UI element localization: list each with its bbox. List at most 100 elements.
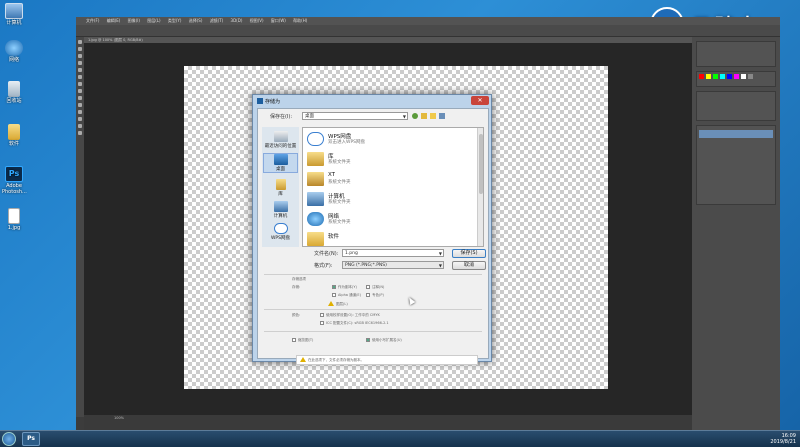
divider	[264, 331, 482, 332]
format-select[interactable]: PNG (*.PNG;*.PNS) ▼	[342, 261, 444, 269]
menu-help[interactable]: 帮助(H)	[293, 18, 307, 23]
checkbox[interactable]	[366, 285, 370, 289]
close-button[interactable]: ✕	[471, 96, 489, 105]
alpha-checkbox[interactable]: Alpha 通道(E)	[332, 293, 361, 298]
proof-checkbox[interactable]: 使用校样设置(O): 工作中的 CMYK	[320, 313, 380, 318]
menu-type[interactable]: 类型(Y)	[168, 18, 182, 23]
swatch[interactable]	[727, 74, 732, 79]
gradient-tool-icon[interactable]	[78, 103, 82, 107]
file-desc: 双击进入WPS网盘	[328, 140, 366, 145]
brush-tool-icon[interactable]	[78, 82, 82, 86]
menu-image[interactable]: 图像(I)	[128, 18, 140, 23]
taskbar-photoshop-button[interactable]: Ps	[22, 432, 40, 446]
file-list-scrollbar[interactable]	[477, 128, 483, 246]
system-tray[interactable]: 16:09 2019/8/21	[770, 433, 796, 445]
magic-wand-tool-icon[interactable]	[78, 61, 82, 65]
checkbox[interactable]	[332, 293, 336, 297]
place-library[interactable]: 库	[263, 179, 298, 197]
swatch[interactable]	[713, 74, 718, 79]
list-item[interactable]: XT 系统文件夹	[305, 170, 475, 189]
up-folder-icon[interactable]	[421, 113, 427, 119]
desktop-icon-photoshop[interactable]: Ps Adobe Photosh...	[2, 166, 27, 195]
list-item[interactable]: 库 系统文件夹	[305, 150, 475, 169]
menu-3d[interactable]: 3D(D)	[231, 18, 243, 23]
zoom-tool-icon[interactable]	[78, 131, 82, 135]
spot-checkbox[interactable]: 专色(P)	[366, 293, 384, 298]
layer-row[interactable]	[699, 130, 773, 138]
scrollbar-thumb[interactable]	[479, 134, 483, 194]
place-label: 库	[278, 192, 283, 197]
copy-checkbox[interactable]: 作为副本(Y)	[332, 285, 357, 290]
hand-tool-icon[interactable]	[78, 124, 82, 128]
marquee-tool-icon[interactable]	[78, 47, 82, 51]
nav-back-icon[interactable]	[412, 113, 418, 119]
options-title: 存储选项	[292, 277, 306, 281]
list-item[interactable]: 网络 系统文件夹	[305, 210, 475, 229]
desktop-icon-network[interactable]: 网络	[2, 40, 26, 63]
folder-icon	[307, 232, 324, 246]
desktop-icon-label: Adobe Photosh...	[2, 183, 27, 195]
checkbox[interactable]	[292, 338, 296, 342]
menu-select[interactable]: 选择(S)	[189, 18, 203, 23]
format-label: 格式(F):	[314, 263, 333, 269]
image-file-icon	[8, 208, 20, 224]
save-as-dialog: 存储为 ✕ 保存在(I): 桌面 ▼ 最近访问的位置 桌面 库 计算机 WPS网…	[252, 94, 492, 365]
swatch[interactable]	[720, 74, 725, 79]
status-bar: 100%	[84, 415, 692, 430]
desktop-icon-recycle-bin[interactable]: 回收站	[2, 81, 26, 104]
swatch[interactable]	[748, 74, 753, 79]
crop-tool-icon[interactable]	[78, 68, 82, 72]
text-tool-icon[interactable]	[78, 110, 82, 114]
thumbnail-checkbox[interactable]: 缩览图(T)	[292, 338, 313, 343]
checkbox[interactable]	[320, 321, 324, 325]
notes-checkbox[interactable]: 注释(N)	[366, 285, 384, 290]
file-name: 软件	[328, 234, 340, 240]
checkbox[interactable]	[320, 313, 324, 317]
place-computer[interactable]: 计算机	[263, 201, 298, 219]
icc-checkbox[interactable]: ICC 配置文件(C): sRGB IEC61966-2.1	[320, 321, 389, 326]
filename-field[interactable]: 1.png ▼	[342, 249, 444, 257]
cancel-button[interactable]: 取消	[452, 261, 486, 270]
layers-label: 图层(L)	[336, 302, 348, 306]
list-item[interactable]: 计算机 系统文件夹	[305, 190, 475, 209]
stamp-tool-icon[interactable]	[78, 89, 82, 93]
lowercase-ext-checkbox[interactable]: 使用小写扩展名(U)	[366, 338, 402, 343]
checkbox[interactable]	[366, 293, 370, 297]
swatch[interactable]	[699, 74, 704, 79]
menu-layer[interactable]: 图层(L)	[147, 18, 160, 23]
eraser-tool-icon[interactable]	[78, 96, 82, 100]
copy-label: 作为副本(Y)	[338, 285, 357, 289]
place-label: 最近访问的位置	[264, 144, 297, 149]
place-wps-cloud[interactable]: WPS网盘	[263, 223, 298, 241]
swatch[interactable]	[741, 74, 746, 79]
swatch[interactable]	[706, 74, 711, 79]
menu-view[interactable]: 视图(V)	[250, 18, 264, 23]
move-tool-icon[interactable]	[78, 40, 82, 44]
list-item[interactable]: WPS网盘 双击进入WPS网盘	[305, 130, 475, 149]
save-button[interactable]: 保存(S)	[452, 249, 486, 258]
checkbox[interactable]	[332, 285, 336, 289]
desktop-icon-label: 网络	[8, 57, 19, 63]
new-folder-icon[interactable]	[430, 113, 436, 119]
lasso-tool-icon[interactable]	[78, 54, 82, 58]
swatch[interactable]	[734, 74, 739, 79]
checkbox[interactable]	[366, 338, 370, 342]
eyedropper-tool-icon[interactable]	[78, 75, 82, 79]
save-in-select[interactable]: 桌面 ▼	[302, 112, 408, 120]
start-button[interactable]	[2, 432, 16, 446]
view-menu-icon[interactable]	[439, 113, 445, 119]
menu-filter[interactable]: 滤镜(T)	[210, 18, 224, 23]
desktop-icon-image-file[interactable]: 1.jpg	[2, 208, 26, 231]
menu-window[interactable]: 窗口(W)	[271, 18, 286, 23]
computer-icon	[273, 201, 288, 212]
desktop-icon-folder[interactable]: 软件	[2, 124, 26, 147]
place-recent[interactable]: 最近访问的位置	[263, 131, 298, 149]
place-desktop[interactable]: 桌面	[263, 153, 298, 173]
desktop-icon-computer[interactable]: 计算机	[2, 3, 26, 26]
save-in-value: 桌面	[305, 114, 314, 119]
pen-tool-icon[interactable]	[78, 117, 82, 121]
list-item[interactable]: 软件	[305, 230, 475, 246]
menu-file[interactable]: 文件(F)	[86, 18, 99, 23]
menu-edit[interactable]: 编辑(E)	[107, 18, 121, 23]
dialog-title-text: 存储为	[265, 99, 281, 105]
